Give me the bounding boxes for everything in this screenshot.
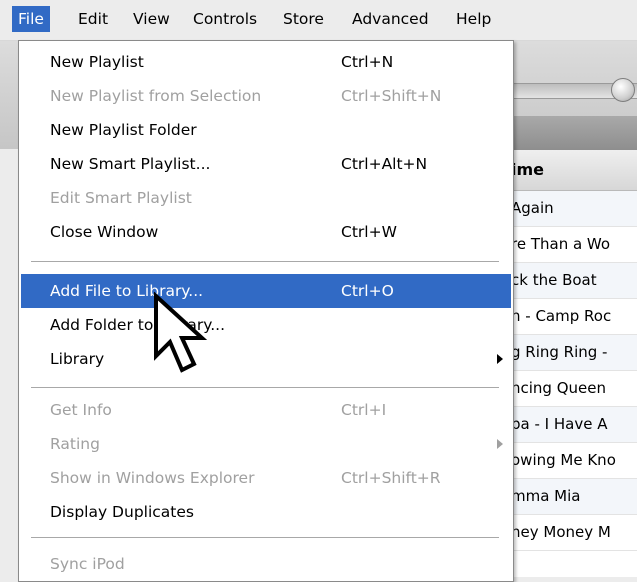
menu-item-label: Display Duplicates	[50, 503, 194, 521]
song-rows: Again re Than a Wo ck the Boat n - Camp …	[505, 191, 637, 551]
menu-item-label: Get Info	[50, 401, 112, 419]
menu-item-label: New Smart Playlist...	[50, 155, 211, 173]
menu-item-library[interactable]: Library	[21, 342, 511, 376]
mouse-pointer-icon	[154, 292, 208, 373]
menu-item-shortcut: Ctrl+Shift+R	[341, 469, 441, 487]
table-row[interactable]: ney Money M	[505, 515, 637, 551]
menu-edit[interactable]: Edit	[72, 6, 114, 32]
menu-item-label: Close Window	[50, 223, 159, 241]
menu-store[interactable]: Store	[277, 6, 330, 32]
menu-item-display-duplicates[interactable]: Display Duplicates	[21, 495, 511, 529]
column-header-name[interactable]: ime	[505, 150, 637, 191]
menu-item-shortcut: Ctrl+O	[341, 282, 394, 300]
menu-bar: File Edit View Controls Store Advanced H…	[0, 0, 637, 41]
table-row[interactable]: ncing Queen	[505, 371, 637, 407]
volume-slider-knob[interactable]	[611, 78, 635, 102]
menu-item-shortcut: Ctrl+W	[341, 223, 397, 241]
menu-item-add-file-to-library[interactable]: Add File to Library... Ctrl+O	[21, 274, 511, 308]
table-row[interactable]: mma Mia	[505, 479, 637, 515]
menu-item-label: Sync iPod	[50, 555, 125, 573]
menu-item-shortcut: Ctrl+Alt+N	[341, 155, 428, 173]
menu-item-label: Show in Windows Explorer	[50, 469, 255, 487]
table-row[interactable]: Again	[505, 191, 637, 227]
menu-item-label: Library	[50, 350, 105, 368]
menu-separator	[31, 261, 499, 262]
menu-item-new-playlist[interactable]: New Playlist Ctrl+N	[21, 45, 511, 79]
menu-item-new-smart-playlist[interactable]: New Smart Playlist... Ctrl+Alt+N	[21, 147, 511, 181]
menu-separator	[31, 537, 499, 538]
menu-item-label: Edit Smart Playlist	[50, 189, 192, 207]
menu-view[interactable]: View	[127, 6, 176, 32]
menu-item-label: New Playlist from Selection	[50, 87, 262, 105]
menu-help[interactable]: Help	[450, 6, 497, 32]
menu-item-shortcut: Ctrl+Shift+N	[341, 87, 442, 105]
menu-file[interactable]: File	[12, 6, 50, 32]
menu-item-new-playlist-from-selection[interactable]: New Playlist from Selection Ctrl+Shift+N	[21, 79, 511, 113]
table-row[interactable]: ba - I Have A	[505, 407, 637, 443]
menu-item-new-playlist-folder[interactable]: New Playlist Folder	[21, 113, 511, 147]
menu-advanced[interactable]: Advanced	[346, 6, 435, 32]
menu-item-edit-smart-playlist[interactable]: Edit Smart Playlist	[21, 181, 511, 215]
menu-item-label: New Playlist	[50, 53, 144, 71]
menu-item-sync-ipod[interactable]: Sync iPod	[21, 547, 511, 581]
menu-item-add-folder-to-library[interactable]: Add Folder to Library...	[21, 308, 511, 342]
file-menu-dropdown: New Playlist Ctrl+N New Playlist from Se…	[18, 40, 514, 582]
menu-item-close-window[interactable]: Close Window Ctrl+W	[21, 215, 511, 249]
table-row[interactable]: g Ring Ring -	[505, 335, 637, 371]
table-row[interactable]: ck the Boat	[505, 263, 637, 299]
table-row[interactable]: owing Me Kno	[505, 443, 637, 479]
table-row[interactable]: re Than a Wo	[505, 227, 637, 263]
menu-separator	[31, 387, 499, 388]
menu-item-show-in-windows-explorer[interactable]: Show in Windows Explorer Ctrl+Shift+R	[21, 461, 511, 495]
menu-item-shortcut: Ctrl+I	[341, 401, 387, 419]
submenu-arrow-icon	[497, 439, 503, 449]
toolbar-strip	[505, 116, 637, 150]
song-list: ime Again re Than a Wo ck the Boat n - C…	[505, 150, 637, 577]
menu-controls[interactable]: Controls	[187, 6, 263, 32]
menu-item-get-info[interactable]: Get Info Ctrl+I	[21, 393, 511, 427]
table-row[interactable]: n - Camp Roc	[505, 299, 637, 335]
menu-item-shortcut: Ctrl+N	[341, 53, 394, 71]
menu-item-label: Rating	[50, 435, 100, 453]
submenu-arrow-icon	[497, 354, 503, 364]
menu-item-label: New Playlist Folder	[50, 121, 197, 139]
menu-item-rating[interactable]: Rating	[21, 427, 511, 461]
